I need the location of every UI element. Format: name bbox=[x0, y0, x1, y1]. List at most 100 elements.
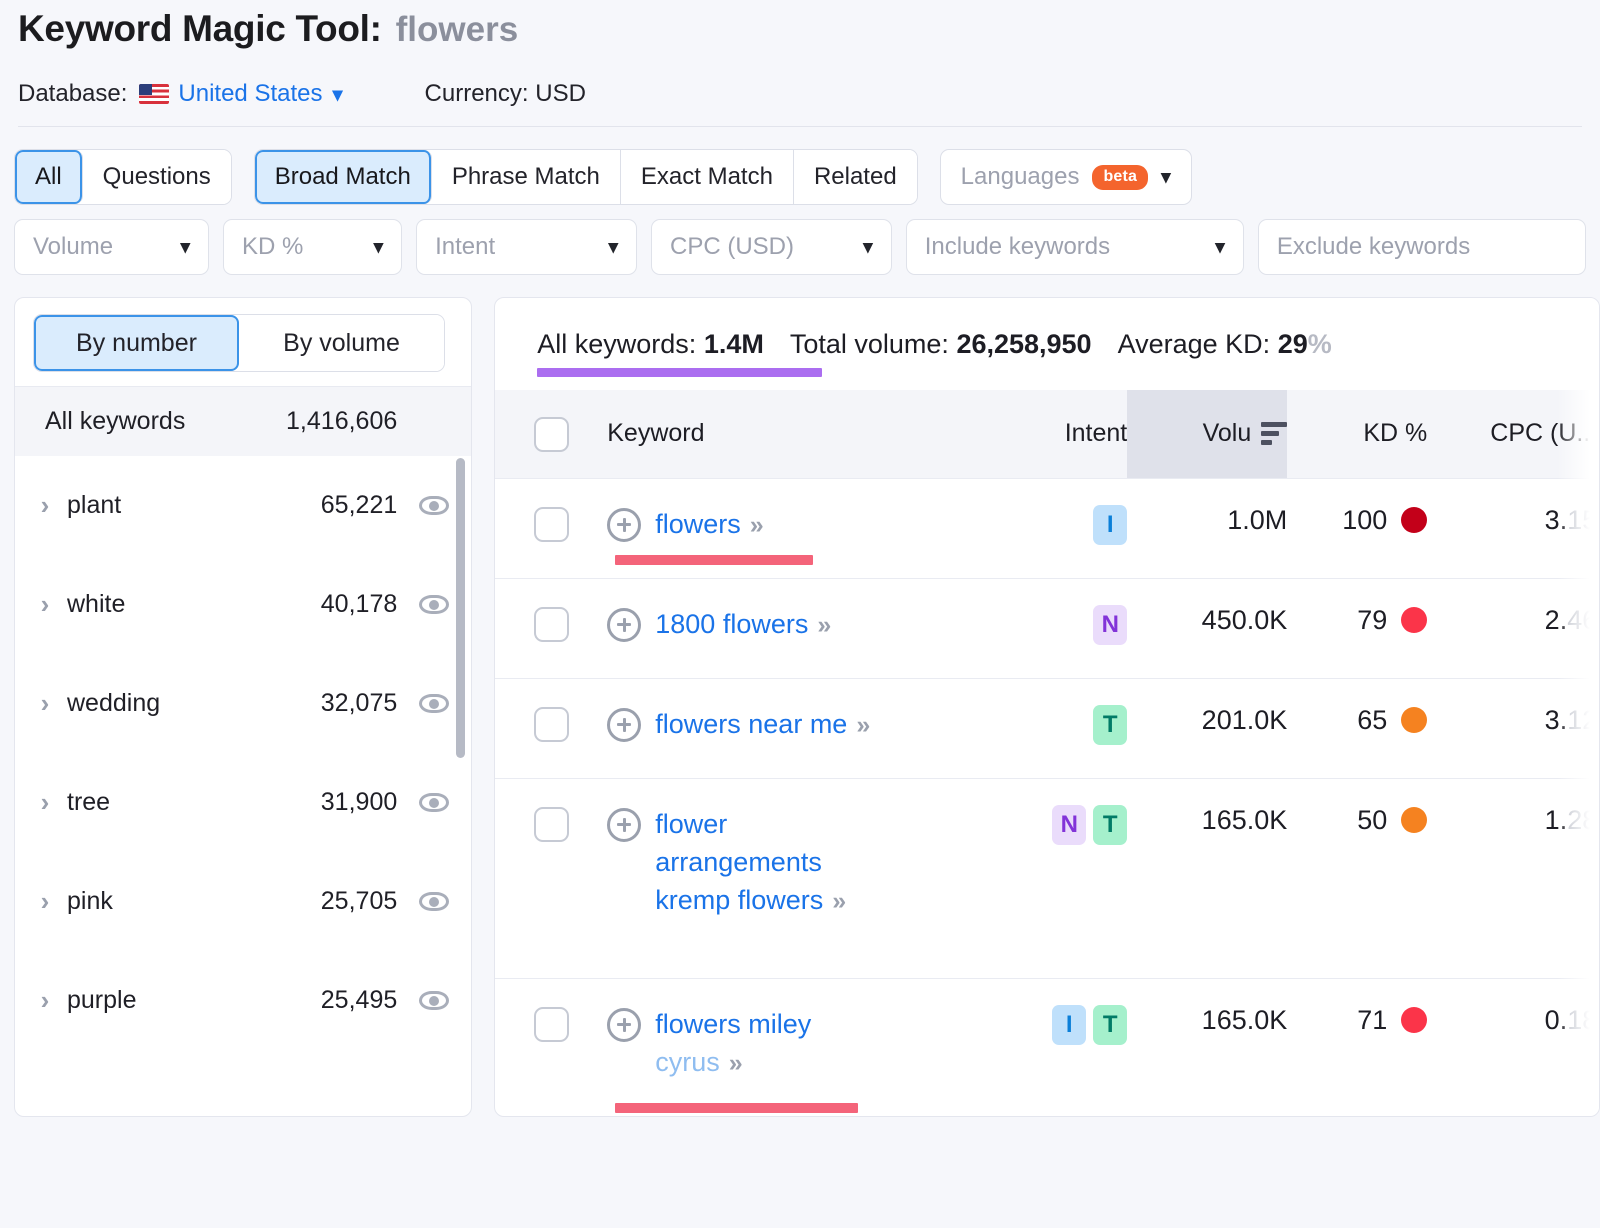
chevron-down-icon: ▾ bbox=[374, 236, 384, 259]
tab-broad-match[interactable]: Broad Match bbox=[255, 150, 432, 204]
group-count: 25,705 bbox=[321, 887, 397, 916]
chevron-right-icon[interactable]: › bbox=[23, 787, 67, 818]
double-chevron-icon[interactable]: » bbox=[750, 511, 760, 539]
column-kd[interactable]: KD % bbox=[1287, 390, 1427, 478]
select-all-checkbox[interactable] bbox=[534, 417, 569, 452]
add-keyword-icon[interactable] bbox=[607, 1008, 641, 1042]
keyword-link[interactable]: flowers mileycyrus» bbox=[655, 1005, 811, 1082]
chevron-right-icon[interactable]: › bbox=[23, 688, 67, 719]
keyword-link[interactable]: 1800 flowers» bbox=[655, 605, 827, 644]
table-row[interactable]: flowers» I 1.0M 100 3.15 bbox=[495, 478, 1600, 578]
intent-badge-navigational[interactable]: N bbox=[1093, 605, 1127, 645]
intent-badge-transactional[interactable]: T bbox=[1093, 805, 1127, 845]
keyword-link[interactable]: flowerarrangementskremp flowers» bbox=[655, 805, 842, 920]
intent-badge-informational[interactable]: I bbox=[1052, 1005, 1086, 1045]
page-title-keyword: flowers bbox=[396, 10, 519, 50]
chevron-right-icon[interactable]: › bbox=[23, 886, 67, 917]
row-intent-cell: N bbox=[992, 578, 1127, 678]
add-keyword-icon[interactable] bbox=[607, 508, 641, 542]
keyword-link[interactable]: flowers» bbox=[655, 505, 759, 544]
cpc-value: 2. bbox=[1545, 605, 1568, 635]
summary-average-kd: Average KD: 29% bbox=[1118, 329, 1332, 360]
filters-bar: Volume ▾ KD % ▾ Intent ▾ CPC (USD) ▾ Inc… bbox=[0, 205, 1600, 275]
row-volume-cell: 1.0M bbox=[1127, 478, 1287, 578]
eye-icon[interactable] bbox=[419, 694, 449, 713]
keywords-table: Keyword Intent Volu KD % CPC (U... bbox=[495, 390, 1600, 1117]
eye-icon[interactable] bbox=[419, 892, 449, 911]
row-checkbox[interactable] bbox=[534, 807, 569, 842]
double-chevron-icon[interactable]: » bbox=[729, 1049, 739, 1077]
database-selector[interactable]: United States bbox=[178, 80, 322, 108]
tab-related[interactable]: Related bbox=[794, 150, 917, 204]
tab-questions[interactable]: Questions bbox=[83, 150, 231, 204]
sidebar-item-all-keywords[interactable]: All keywords 1,416,606 bbox=[15, 387, 471, 456]
chevron-down-icon[interactable]: ▾ bbox=[333, 82, 343, 107]
chevron-right-icon[interactable]: › bbox=[23, 985, 67, 1016]
row-checkbox[interactable] bbox=[534, 507, 569, 542]
summary-average-kd-suffix: % bbox=[1308, 329, 1332, 359]
column-intent[interactable]: Intent bbox=[992, 390, 1127, 478]
filter-exclude-label: Exclude keywords bbox=[1277, 233, 1470, 261]
row-cpc-cell: 1.28 bbox=[1427, 778, 1600, 978]
sidebar-item-wedding[interactable]: › wedding 32,075 bbox=[15, 654, 471, 753]
filter-kd[interactable]: KD % ▾ bbox=[223, 219, 402, 275]
row-keyword-cell: 1800 flowers» bbox=[607, 578, 992, 678]
cpc-decimals: 28 bbox=[1567, 805, 1597, 835]
group-count: 40,178 bbox=[321, 590, 397, 619]
add-keyword-icon[interactable] bbox=[607, 808, 641, 842]
kd-value: 71 bbox=[1357, 1005, 1387, 1036]
column-cpc[interactable]: CPC (U... bbox=[1427, 390, 1600, 478]
intent-badge-transactional[interactable]: T bbox=[1093, 1005, 1127, 1045]
filter-intent[interactable]: Intent ▾ bbox=[416, 219, 637, 275]
intent-badge-transactional[interactable]: T bbox=[1093, 705, 1127, 745]
add-keyword-icon[interactable] bbox=[607, 608, 641, 642]
cpc-decimals: 18 bbox=[1567, 1005, 1597, 1035]
table-row[interactable]: flowerarrangementskremp flowers» NT 165.… bbox=[495, 778, 1600, 978]
column-volume[interactable]: Volu bbox=[1127, 390, 1287, 478]
row-checkbox[interactable] bbox=[534, 607, 569, 642]
row-select-cell bbox=[495, 678, 607, 778]
tab-all[interactable]: All bbox=[15, 150, 83, 204]
keyword-link[interactable]: flowers near me» bbox=[655, 705, 866, 744]
filter-volume[interactable]: Volume ▾ bbox=[14, 219, 209, 275]
filter-include-keywords[interactable]: Include keywords ▾ bbox=[906, 219, 1244, 275]
eye-icon[interactable] bbox=[419, 496, 449, 515]
all-keywords-count: 1,416,606 bbox=[286, 407, 397, 436]
double-chevron-icon[interactable]: » bbox=[832, 887, 842, 915]
chevron-right-icon[interactable]: › bbox=[23, 589, 67, 620]
chevron-right-icon[interactable]: › bbox=[23, 490, 67, 521]
tab-exact-match[interactable]: Exact Match bbox=[621, 150, 794, 204]
tab-phrase-match[interactable]: Phrase Match bbox=[432, 150, 621, 204]
eye-icon[interactable] bbox=[419, 793, 449, 812]
keyword-text: arrangements bbox=[655, 847, 822, 877]
toggle-by-number[interactable]: By number bbox=[34, 315, 239, 371]
cpc-decimals: 46 bbox=[1567, 605, 1597, 635]
eye-icon[interactable] bbox=[419, 991, 449, 1010]
double-chevron-icon[interactable]: » bbox=[817, 611, 827, 639]
column-keyword[interactable]: Keyword bbox=[607, 390, 992, 478]
sidebar-scrollbar[interactable] bbox=[456, 458, 465, 758]
table-row[interactable]: flowers near me» T 201.0K 65 3.12 bbox=[495, 678, 1600, 778]
filter-exclude-keywords[interactable]: Exclude keywords bbox=[1258, 219, 1586, 275]
table-row[interactable]: flowers mileycyrus» IT 165.0K 71 bbox=[495, 978, 1600, 1117]
eye-icon[interactable] bbox=[419, 595, 449, 614]
filter-cpc[interactable]: CPC (USD) ▾ bbox=[651, 219, 892, 275]
table-row[interactable]: 1800 flowers» N 450.0K 79 2.46 bbox=[495, 578, 1600, 678]
intent-badge-informational[interactable]: I bbox=[1093, 505, 1127, 545]
sidebar-item-purple[interactable]: › purple 25,495 bbox=[15, 951, 471, 1050]
toggle-by-volume[interactable]: By volume bbox=[239, 315, 444, 371]
sidebar-item-white[interactable]: › white 40,178 bbox=[15, 555, 471, 654]
add-keyword-icon[interactable] bbox=[607, 708, 641, 742]
sidebar-item-plant[interactable]: › plant 65,221 bbox=[15, 456, 471, 555]
sidebar-item-pink[interactable]: › pink 25,705 bbox=[15, 852, 471, 951]
group-name: plant bbox=[67, 491, 321, 520]
intent-badge-navigational[interactable]: N bbox=[1052, 805, 1086, 845]
row-checkbox[interactable] bbox=[534, 707, 569, 742]
select-all-header bbox=[495, 390, 607, 478]
cpc-value: 3. bbox=[1545, 705, 1568, 735]
sidebar-item-tree[interactable]: › tree 31,900 bbox=[15, 753, 471, 852]
row-checkbox[interactable] bbox=[534, 1007, 569, 1042]
cpc-value: 1. bbox=[1545, 805, 1568, 835]
languages-dropdown[interactable]: Languages beta ▾ bbox=[940, 149, 1192, 205]
double-chevron-icon[interactable]: » bbox=[856, 711, 866, 739]
